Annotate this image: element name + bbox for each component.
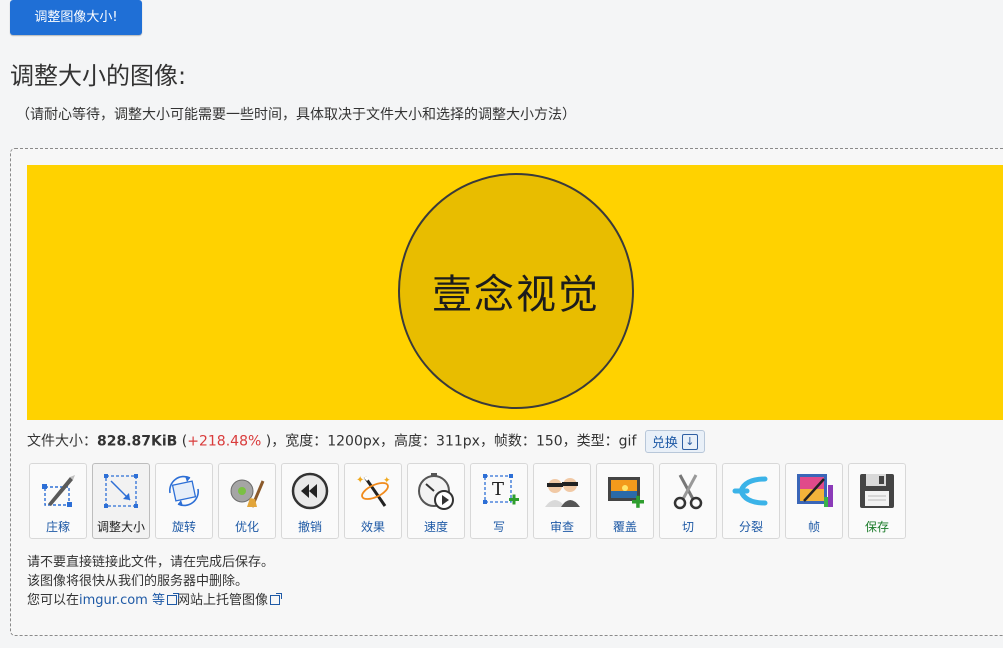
cut-icon <box>668 471 708 511</box>
tool-censor[interactable]: 审查 <box>533 463 591 539</box>
tool-overlay[interactable]: 覆盖 <box>596 463 654 539</box>
external-link-icon <box>269 593 282 605</box>
tool-label: 速度 <box>423 520 448 534</box>
toolbar: 庄稼 调整大小 旋转 优化 撤销 ✦ ✦ 效果 速度 T 写 审查 覆盖 切 分… <box>29 463 906 541</box>
rotate-icon <box>164 471 204 511</box>
footer-notes: 请不要直接链接此文件，请在完成后保存。 该图像将很快从我们的服务器中删除。 您可… <box>27 553 282 610</box>
svg-text:✦: ✦ <box>383 476 391 486</box>
text-icon: T <box>479 471 519 511</box>
tool-text[interactable]: T 写 <box>470 463 528 539</box>
effects-icon: ✦ ✦ <box>353 471 393 511</box>
frames-label: ，帧数： <box>479 433 536 450</box>
logo-text: 壹念视觉 <box>432 272 600 318</box>
tool-label: 帧 <box>807 520 820 534</box>
frames-icon <box>794 471 834 511</box>
tool-speed[interactable]: 速度 <box>407 463 465 539</box>
speed-icon <box>416 471 456 511</box>
overlay-icon <box>605 471 645 511</box>
tool-rotate[interactable]: 旋转 <box>155 463 213 539</box>
tool-save[interactable]: 保存 <box>848 463 906 539</box>
type-label: ，类型： <box>562 433 619 450</box>
tool-optimize[interactable]: 优化 <box>218 463 276 539</box>
tool-label: 优化 <box>234 520 259 534</box>
footer-line-3: 您可以在imgur.com 等网站上托管图像 <box>27 591 282 610</box>
imgur-link-text: imgur.com 等 <box>79 593 165 608</box>
wait-note: （请耐心等待，调整大小可能需要一些时间，具体取决于文件大小和选择的调整大小方法） <box>16 107 576 123</box>
footer-line-3-prefix: 您可以在 <box>27 593 80 608</box>
width-label: 宽度： <box>285 433 328 450</box>
height-label: ，高度： <box>380 433 437 450</box>
convert-button[interactable]: 兑换 ↓ <box>644 430 705 453</box>
optimize-icon <box>227 471 267 511</box>
external-link-icon <box>166 593 179 605</box>
file-info: 文件大小：828.87KiB (+218.48% )，宽度：1200px，高度：… <box>27 430 705 453</box>
tool-label: 切 <box>681 520 694 534</box>
tool-label: 审查 <box>549 520 574 534</box>
width-value: 1200px <box>327 433 381 450</box>
tool-label: 效果 <box>360 520 385 534</box>
open-paren: ( <box>177 433 188 450</box>
convert-label: 兑换 <box>651 436 678 451</box>
height-value: 311px <box>436 433 480 450</box>
tool-label: 调整大小 <box>96 520 145 534</box>
page-heading: 调整大小的图像: <box>10 62 187 90</box>
logo-circle: 壹念视觉 <box>398 173 634 409</box>
tool-crop[interactable]: 庄稼 <box>29 463 87 539</box>
crop-icon <box>38 471 78 511</box>
imgur-link[interactable]: imgur.com 等 <box>79 593 179 608</box>
tool-label: 分裂 <box>738 520 763 534</box>
tool-label: 旋转 <box>171 520 196 534</box>
tool-label: 覆盖 <box>612 520 637 534</box>
svg-text:T: T <box>492 479 504 500</box>
tool-label: 庄稼 <box>45 520 70 534</box>
type-value: gif <box>618 433 637 450</box>
footer-line-1: 请不要直接链接此文件，请在完成后保存。 <box>27 555 275 570</box>
split-icon <box>731 471 771 511</box>
close-paren: )， <box>261 433 286 450</box>
frames-value: 150 <box>535 433 563 450</box>
save-icon <box>857 471 897 511</box>
tool-resize[interactable]: 调整大小 <box>92 463 150 539</box>
resize-icon <box>101 471 141 511</box>
image-preview: 壹念视觉 <box>27 165 1003 420</box>
tool-split[interactable]: 分裂 <box>722 463 780 539</box>
tool-label: 撤销 <box>297 520 322 534</box>
file-size-value: 828.87KiB <box>97 433 178 450</box>
tool-cut[interactable]: 切 <box>659 463 717 539</box>
download-icon: ↓ <box>681 433 698 450</box>
tool-reverse[interactable]: 撤销 <box>281 463 339 539</box>
footer-line-2: 该图像将很快从我们的服务器中删除。 <box>27 574 249 589</box>
file-size-label: 文件大小： <box>27 433 97 450</box>
tool-label: 保存 <box>864 520 889 534</box>
footer-line-3-suffix: 网站上托管图像 <box>176 593 268 608</box>
tool-frames[interactable]: 帧 <box>785 463 843 539</box>
reverse-icon <box>290 471 330 511</box>
svg-text:✦: ✦ <box>356 475 364 486</box>
change-percent: +218.48% <box>187 433 262 450</box>
resize-image-button[interactable]: 调整图像大小! <box>10 0 142 35</box>
tool-effects[interactable]: ✦ ✦ 效果 <box>344 463 402 539</box>
tool-label: 写 <box>492 520 505 534</box>
censor-icon <box>542 471 582 511</box>
